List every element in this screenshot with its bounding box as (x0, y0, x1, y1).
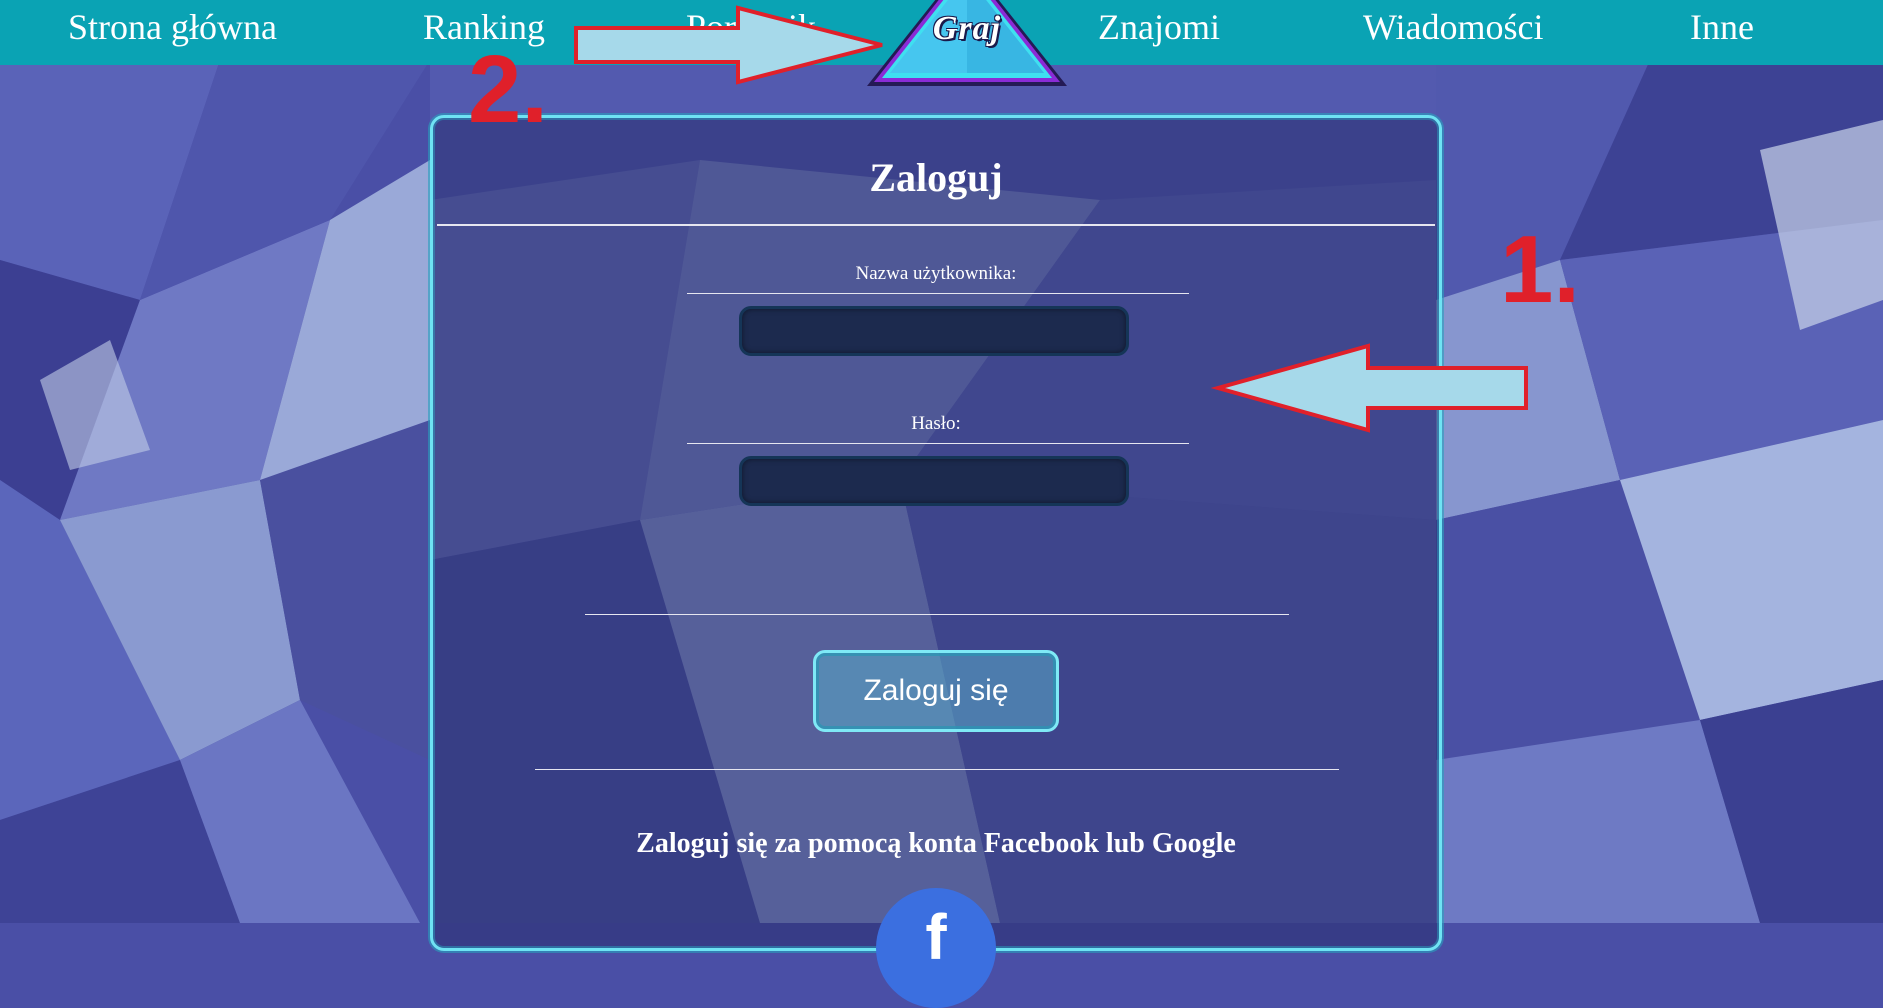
username-input[interactable] (739, 306, 1129, 356)
social-login-text: Zaloguj się za pomocą konta Facebook lub… (636, 828, 1236, 859)
facebook-icon[interactable]: f (876, 888, 996, 1008)
social-divider (535, 769, 1339, 770)
annotation-arrow-2 (574, 5, 883, 85)
nav-item-wiadomosci[interactable]: Wiadomości (1363, 4, 1544, 50)
login-panel: Zaloguj Nazwa użytkownika: Hasło: Zalogu… (430, 115, 1442, 1008)
play-logo-button[interactable]: Graj (862, 0, 1072, 88)
username-label: Nazwa użytkownika: (855, 263, 1017, 284)
nav-item-inne[interactable]: Inne (1690, 4, 1754, 50)
annotation-marker-1: 1. (1500, 216, 1581, 323)
password-input[interactable] (739, 456, 1129, 506)
title-divider (437, 224, 1435, 226)
annotation-arrow-1 (1210, 343, 1528, 433)
nav-item-strona-glowna[interactable]: Strona główna (68, 4, 277, 50)
login-title: Zaloguj (869, 155, 1003, 200)
username-label-underline (687, 293, 1189, 294)
login-submit-button[interactable]: Zaloguj się (813, 650, 1059, 732)
annotation-marker-2: 2. (468, 36, 549, 143)
password-label-underline (687, 443, 1189, 444)
play-logo-label: Graj (932, 10, 1002, 47)
nav-item-znajomi[interactable]: Znajomi (1098, 4, 1220, 50)
form-divider (585, 614, 1289, 615)
